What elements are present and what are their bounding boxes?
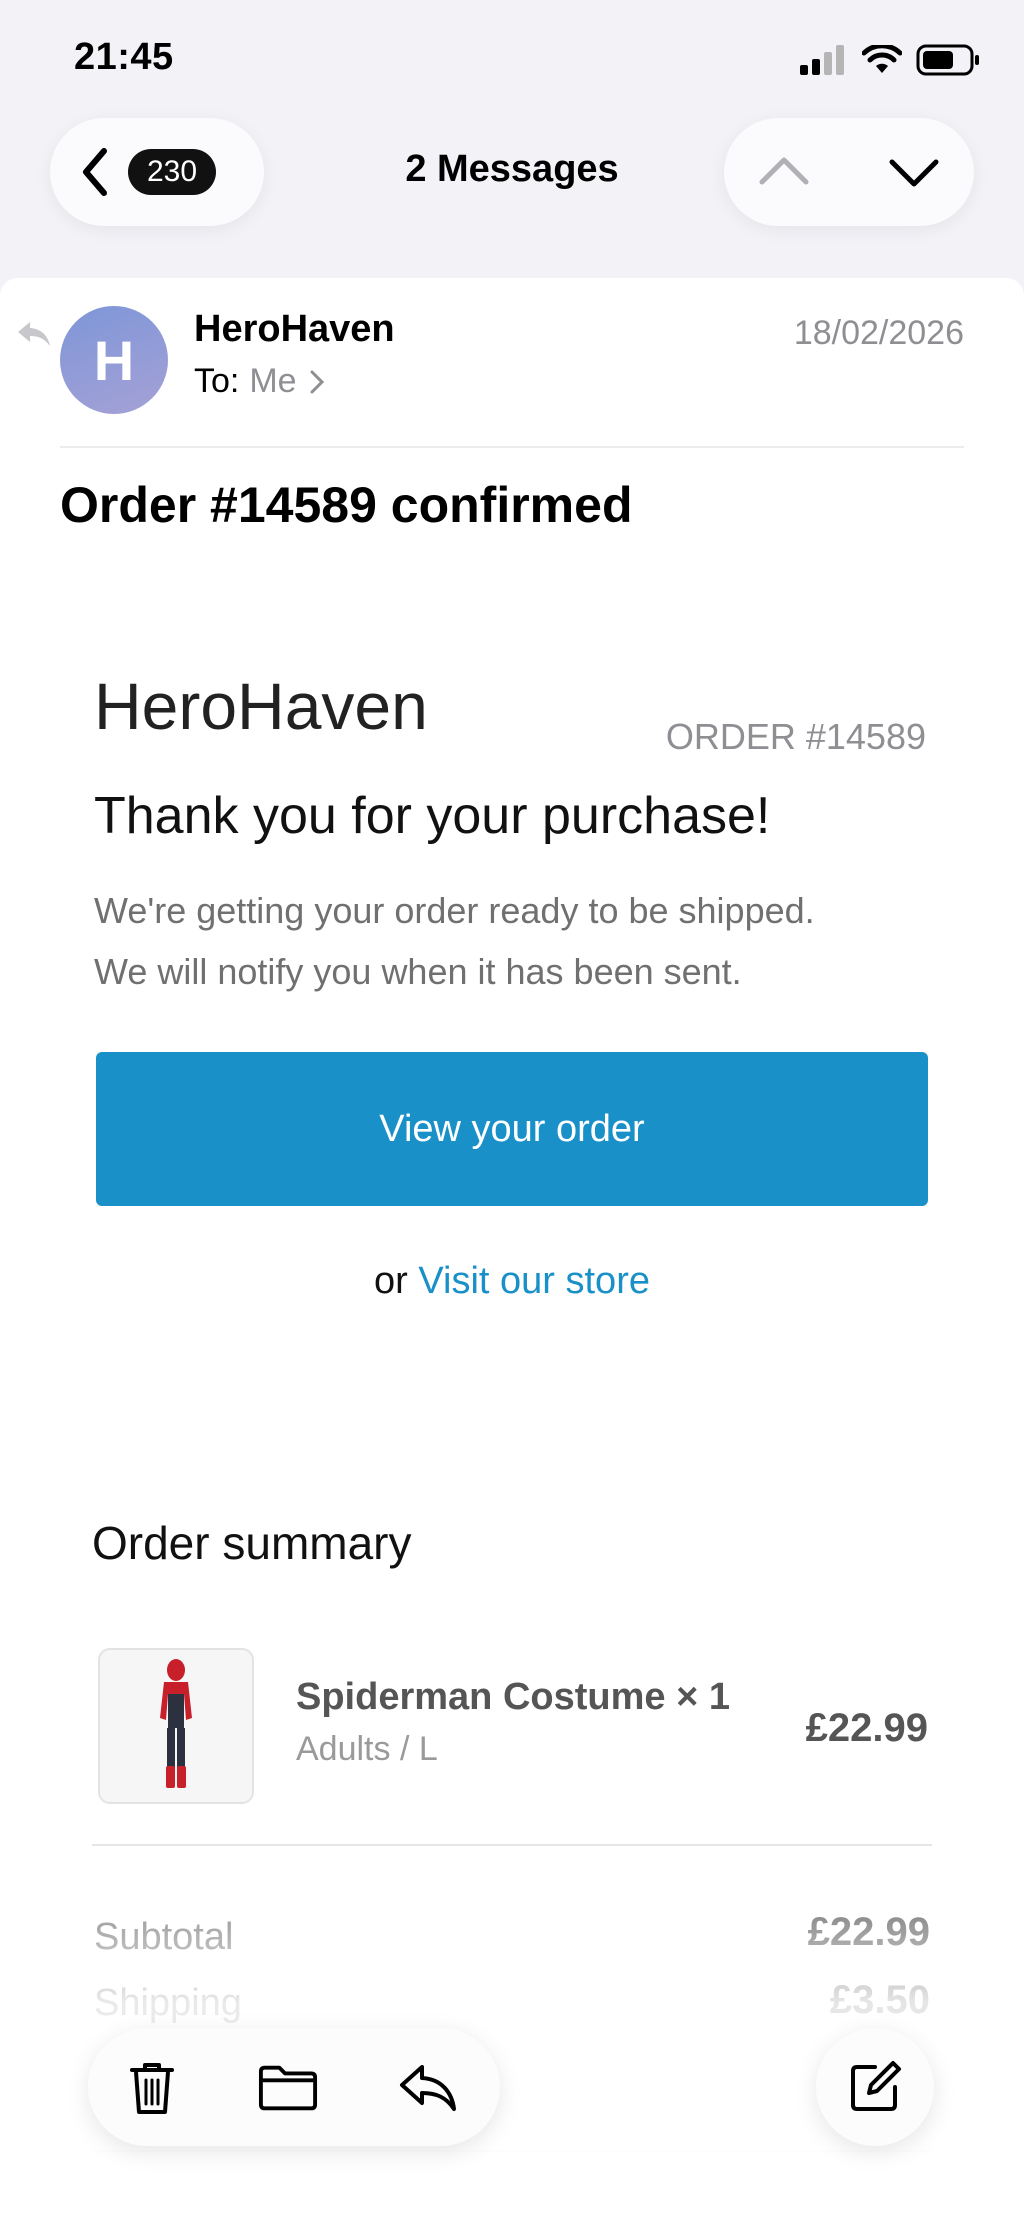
move-to-folder-button[interactable] [258,2058,318,2118]
product-name: Spiderman Costume × 1 [296,1676,730,1718]
message-date: 18/02/2026 [793,314,964,352]
status-icons [800,44,980,76]
delete-button[interactable] [122,2058,182,2118]
recipient-line[interactable]: To: Me [194,362,327,401]
trash-icon [130,2063,174,2114]
message-line: We're getting your order ready to be shi… [94,890,815,931]
message-line: We will notify you when it has been sent… [94,951,742,992]
message-nav-pill [724,118,974,226]
or-text: or [374,1260,408,1302]
summary-divider [92,1844,932,1846]
battery-icon [916,44,979,76]
subtotal-label: Subtotal [94,1916,234,1958]
compose-icon [851,2061,901,2111]
product-variant: Adults / L [296,1730,438,1768]
chevron-down-icon[interactable] [886,148,942,196]
store-link-line: or Visit our store [0,1260,1024,1303]
chevron-up-icon[interactable] [756,148,812,196]
chevron-right-icon [310,370,324,393]
wifi-icon [862,45,902,73]
folder-icon [258,2065,318,2111]
shipping-value: £3.50 [829,1978,930,2022]
product-price: £22.99 [805,1706,928,1750]
store-brand: HeroHaven [94,669,428,743]
status-time: 21:45 [74,36,174,78]
visit-store-link[interactable]: Visit our store [418,1260,650,1302]
subtotal-value: £22.99 [807,1910,930,1954]
reply-button[interactable] [398,2058,458,2118]
order-number: ORDER #14589 [665,716,926,757]
sender-name[interactable]: HeroHaven [194,308,395,351]
recipient-name: Me [249,362,297,400]
compose-button[interactable] [816,2028,934,2146]
bottom-toolbar [88,2028,500,2146]
avatar[interactable]: H [60,306,168,414]
header-divider [60,446,964,448]
view-order-button[interactable]: View your order [96,1052,928,1206]
thank-you-heading: Thank you for your purchase! [94,787,771,845]
order-summary-heading: Order summary [92,1517,412,1569]
totals-divider [92,2150,932,2152]
reply-icon [400,2065,456,2111]
product-thumbnail [98,1648,254,1804]
signal-icon [800,45,844,75]
to-label: To: [194,362,240,400]
order-message: We're getting your order ready to be shi… [94,880,974,1002]
replied-indicator-icon [18,322,50,346]
costume-image [160,1659,192,1788]
subject-line: Order #14589 confirmed [60,477,633,533]
shipping-label: Shipping [94,1982,242,2024]
